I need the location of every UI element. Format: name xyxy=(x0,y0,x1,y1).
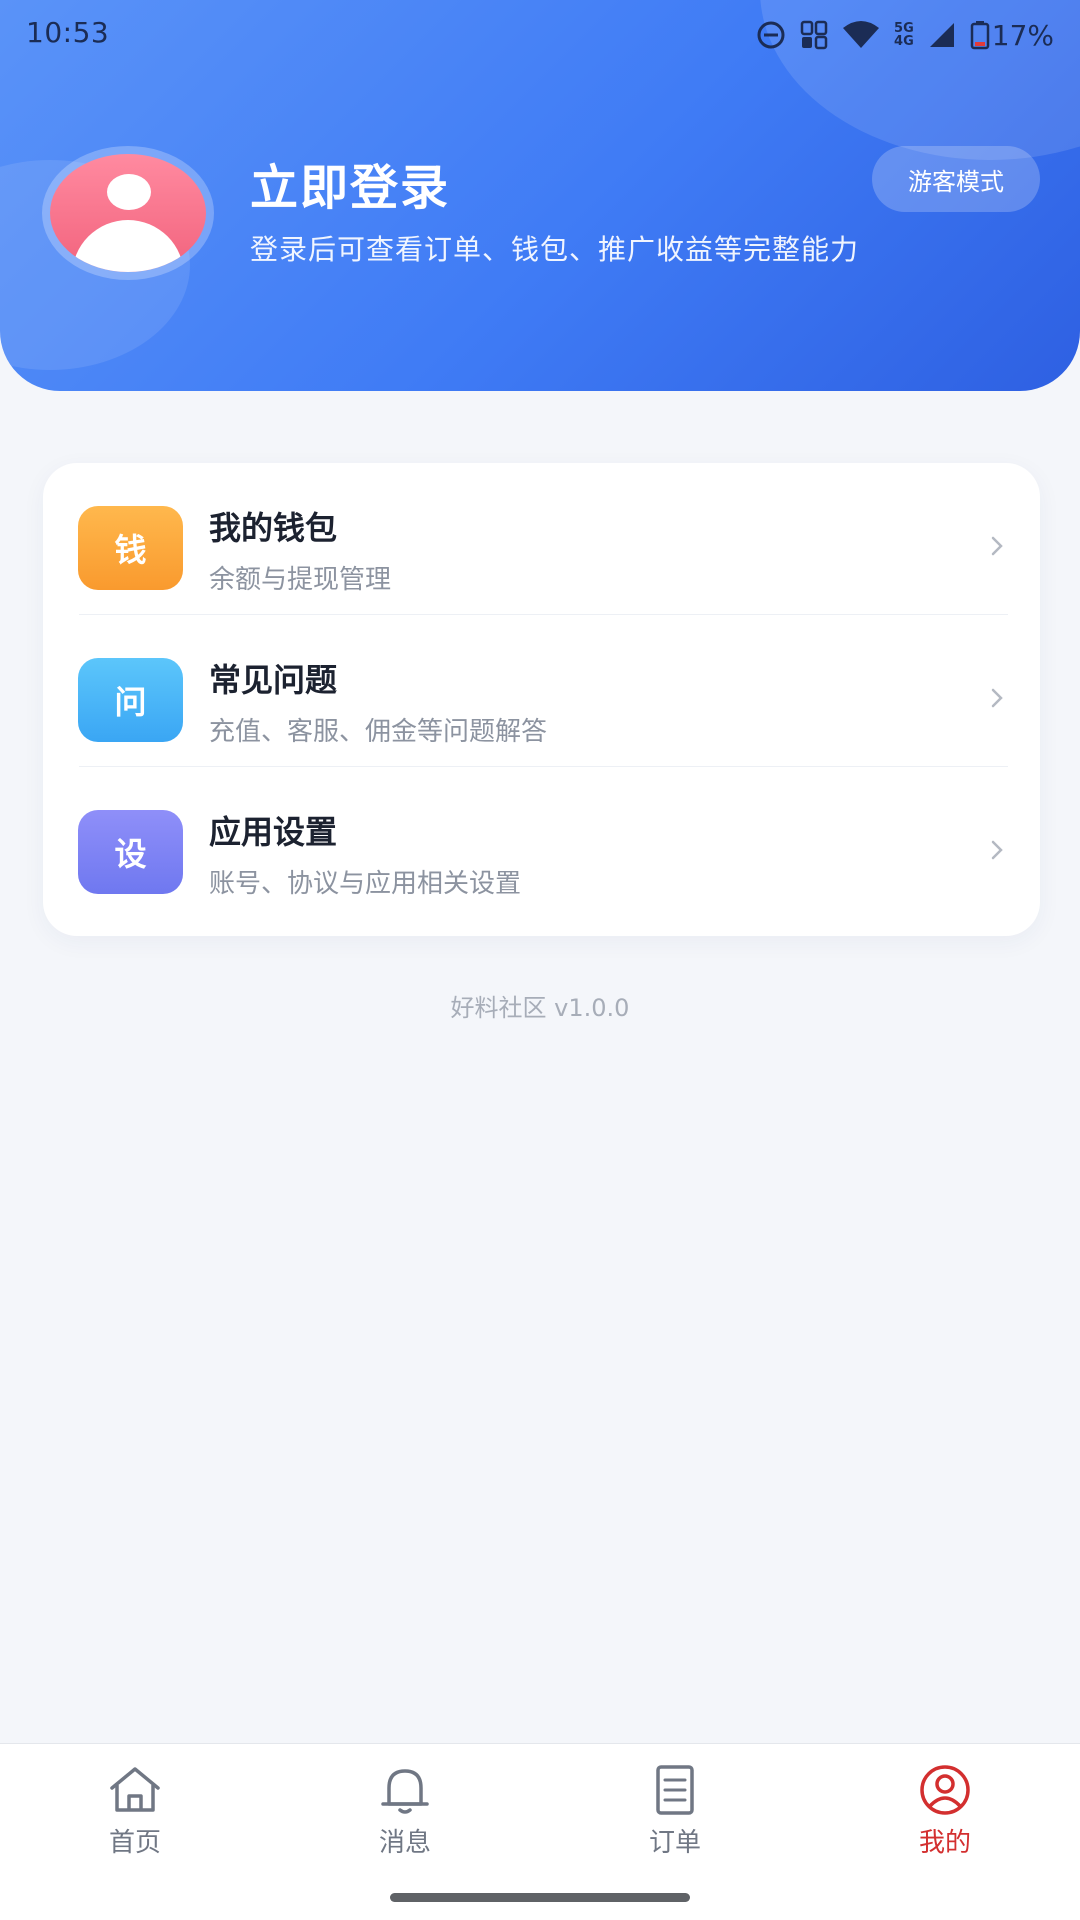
menu-item-wallet[interactable]: 钱 我的钱包 余额与提现管理 xyxy=(43,463,1040,615)
user-avatar-icon[interactable] xyxy=(50,154,206,272)
menu-item-title: 常见问题 xyxy=(209,661,338,699)
status-icons: 5G 4G 17% xyxy=(756,18,1054,52)
home-indicator[interactable] xyxy=(390,1893,690,1902)
menu-item-settings[interactable]: 设 应用设置 账号、协议与应用相关设置 xyxy=(43,767,1040,919)
nav-label: 我的 xyxy=(918,1828,971,1858)
avatar-body xyxy=(72,220,184,272)
menu-card: 钱 我的钱包 余额与提现管理 问 常见问题 充值、客服、佣金等问题解答 设 应用… xyxy=(43,463,1040,936)
status-bar: 10:53 5G 4G 17% xyxy=(0,0,1080,72)
nav-label: 首页 xyxy=(108,1828,161,1858)
nav-item-messages[interactable]: 消息 xyxy=(325,1764,485,1874)
nav-item-profile[interactable]: 我的 xyxy=(865,1764,1025,1874)
profile-header: 10:53 5G 4G 17% 立即登录 登录后可查看订单、钱包、推广收益等完整… xyxy=(0,0,1080,391)
menu-item-title: 我的钱包 xyxy=(209,509,338,547)
signal-icon xyxy=(929,23,954,47)
menu-item-desc: 账号、协议与应用相关设置 xyxy=(209,869,522,899)
login-subtitle: 登录后可查看订单、钱包、推广收益等完整能力 xyxy=(250,233,860,266)
user-icon xyxy=(920,1765,970,1815)
battery: 17% xyxy=(970,19,1054,52)
nav-label: 消息 xyxy=(378,1828,431,1858)
bell-icon xyxy=(381,1769,429,1814)
battery-icon xyxy=(970,21,990,50)
nav-item-home[interactable]: 首页 xyxy=(55,1764,215,1874)
network-label-4g: 4G xyxy=(894,34,914,49)
nav-label: 订单 xyxy=(648,1828,701,1858)
menu-item-desc: 余额与提现管理 xyxy=(209,565,392,595)
menu-item-desc: 充值、客服、佣金等问题解答 xyxy=(209,717,548,747)
menu-item-title: 应用设置 xyxy=(209,813,338,851)
home-icon xyxy=(110,1767,160,1812)
wifi-icon xyxy=(843,21,880,48)
app-version: 好料社区 v1.0.0 xyxy=(450,994,630,1022)
menu-item-faq[interactable]: 问 常见问题 充值、客服、佣金等问题解答 xyxy=(43,615,1040,767)
sim-icon xyxy=(800,20,828,50)
network-type: 5G 4G xyxy=(894,22,914,48)
avatar-head xyxy=(107,174,151,210)
login-title[interactable]: 立即登录 xyxy=(250,148,450,218)
nav-item-orders[interactable]: 订单 xyxy=(595,1764,755,1874)
status-time: 10:53 xyxy=(26,16,110,49)
document-icon xyxy=(656,1765,694,1815)
chevron-right-icon xyxy=(991,688,1003,708)
guest-mode-button[interactable]: 游客模式 xyxy=(872,146,1040,212)
settings-icon: 设 xyxy=(78,810,183,894)
chevron-right-icon xyxy=(991,840,1003,860)
battery-percent: 17% xyxy=(991,18,1054,52)
wallet-icon: 钱 xyxy=(78,506,183,590)
chevron-right-icon xyxy=(991,536,1003,556)
do-not-disturb-icon xyxy=(757,21,785,49)
faq-icon: 问 xyxy=(78,658,183,742)
